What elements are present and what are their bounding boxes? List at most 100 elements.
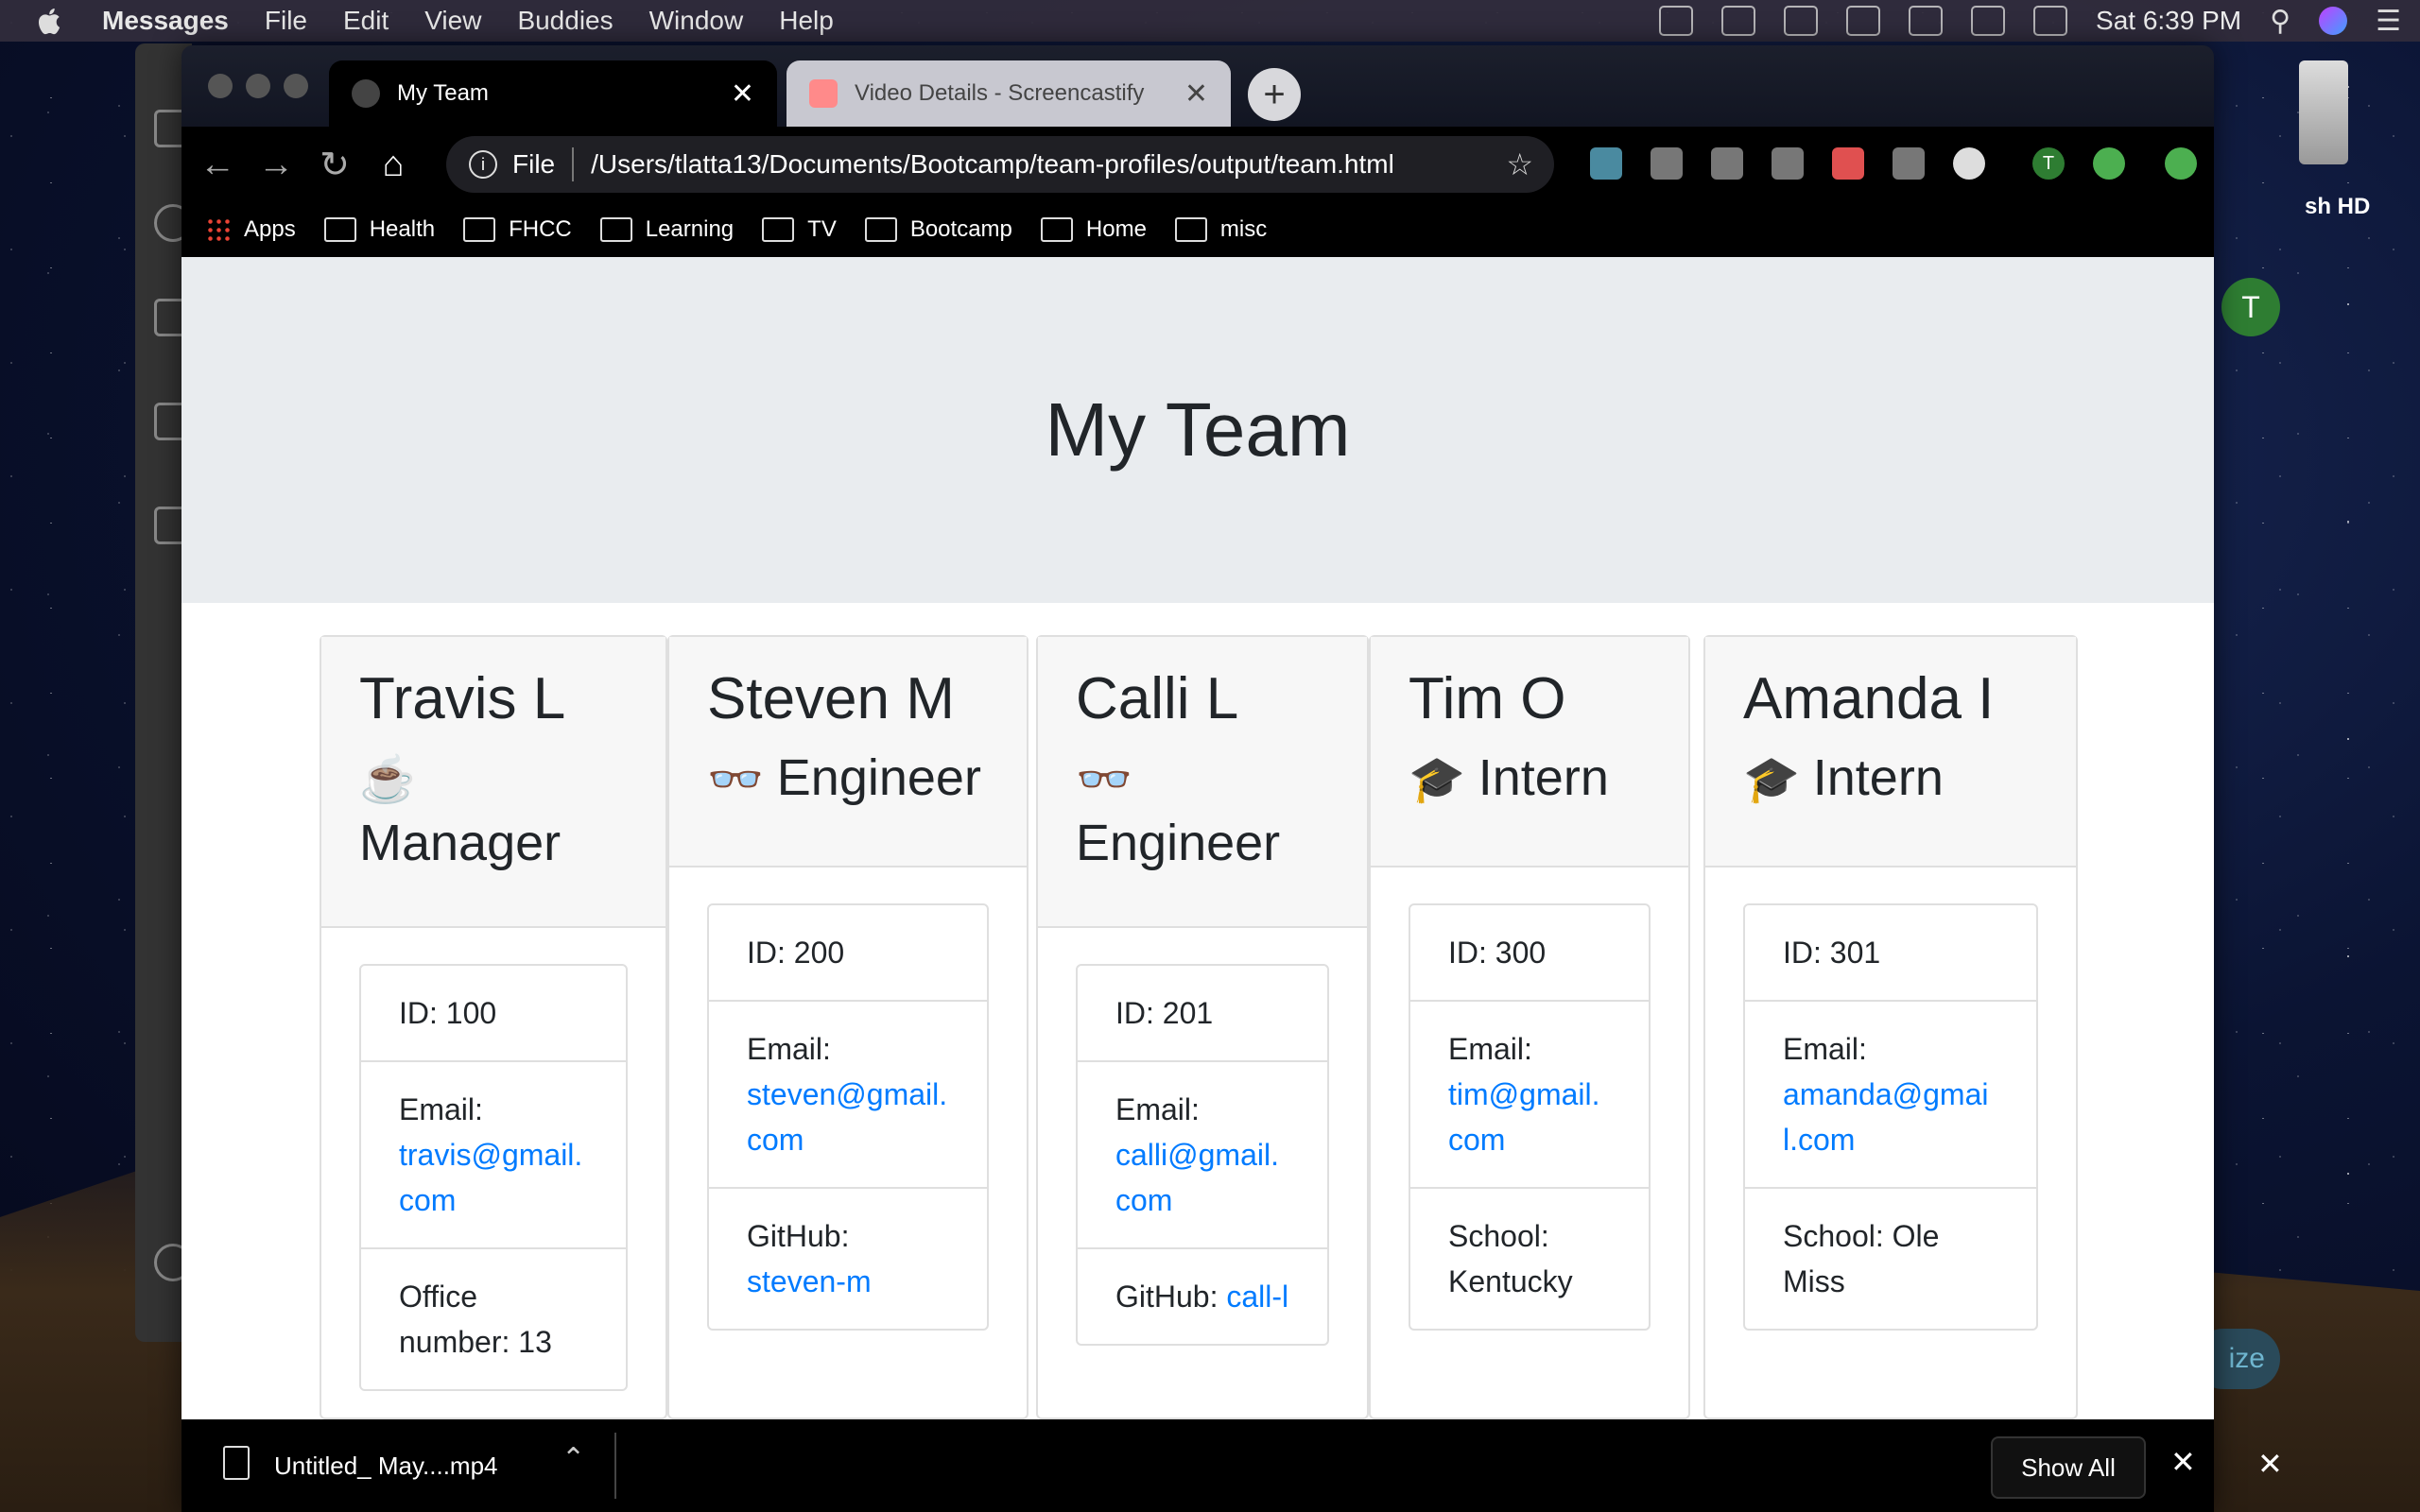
bookmark-tv[interactable]: TV	[762, 216, 837, 243]
reload-icon[interactable]: ↻	[314, 144, 355, 185]
tab-title: My Team	[397, 80, 489, 106]
card-header: Calli L 👓 Engineer	[1038, 637, 1367, 928]
bluetooth-icon[interactable]	[1909, 6, 1944, 36]
member-role-line: 🎓 Intern	[1409, 747, 1651, 812]
bookmark-home[interactable]: Home	[1040, 216, 1147, 243]
email-link[interactable]: travis@gmail.com	[399, 1138, 582, 1217]
globe-icon	[352, 79, 380, 108]
profile-avatar[interactable]: T	[2032, 147, 2065, 180]
folder-icon	[599, 217, 632, 242]
bookmark-misc[interactable]: misc	[1174, 216, 1267, 243]
member-github-item: GitHub: call-l	[1078, 1249, 1327, 1344]
member-id: ID: 201	[1078, 966, 1327, 1062]
creative-cloud-icon[interactable]	[1721, 6, 1756, 36]
menu-view[interactable]: View	[424, 6, 481, 36]
email-link[interactable]: tim@gmail.com	[1448, 1077, 1600, 1157]
email-link[interactable]: steven@gmail.com	[747, 1077, 947, 1157]
bookmark-learning[interactable]: Learning	[599, 216, 734, 243]
apple-icon[interactable]	[38, 6, 64, 36]
member-role: Intern	[1478, 749, 1609, 806]
file-icon	[223, 1446, 250, 1480]
code-extension-icon[interactable]	[1772, 147, 1804, 180]
update-icon[interactable]	[2093, 147, 2125, 180]
team-card: Amanda I 🎓 Intern ID: 301 Email: amanda@g…	[1703, 635, 2078, 1419]
member-role: Intern	[1812, 749, 1944, 806]
bookmark-fhcc[interactable]: FHCC	[463, 216, 572, 243]
json-extension-icon[interactable]	[1953, 147, 1985, 180]
bookmark-star-icon[interactable]: ☆	[1506, 146, 1533, 182]
zoom-window-button[interactable]	[284, 74, 308, 98]
bookmark-health[interactable]: Health	[323, 216, 436, 243]
member-role-line: 🎓 Intern	[1743, 747, 2038, 812]
close-tab-icon[interactable]: ✕	[1184, 77, 1208, 111]
team-card: Calli L 👓 Engineer ID: 201 Email: calli@…	[1036, 635, 1369, 1419]
card-header: Amanda I 🎓 Intern	[1705, 637, 2076, 868]
menu-buddies[interactable]: Buddies	[517, 6, 613, 36]
new-tab-button[interactable]: +	[1248, 68, 1301, 121]
bookmark-label: Health	[369, 216, 436, 242]
tab-video-details[interactable]: Video Details - Screencastify ✕	[786, 60, 1231, 127]
menu-app-name[interactable]: Messages	[102, 6, 229, 36]
shield-extension-icon[interactable]	[1651, 147, 1683, 180]
upload-icon[interactable]	[2165, 147, 2197, 180]
email-link[interactable]: amanda@gmail.com	[1783, 1077, 1988, 1157]
hard-drive-icon[interactable]	[2299, 60, 2348, 164]
email-label: Email:	[1448, 1032, 1532, 1066]
spotlight-search-icon[interactable]: ⚲	[2270, 5, 2290, 38]
close-download-bar-icon[interactable]: ✕	[2170, 1444, 2196, 1480]
member-details-list: ID: 200 Email: steven@gmail.com GitHub: …	[707, 903, 989, 1331]
show-all-button[interactable]: Show All	[1991, 1436, 2146, 1499]
chevron-up-icon[interactable]: ⌃	[562, 1442, 585, 1475]
url-divider	[572, 147, 575, 181]
card-header: Steven M 👓 Engineer	[669, 637, 1027, 868]
address-bar[interactable]: i File /Users/tlatta13/Documents/Bootcam…	[446, 136, 1554, 193]
menu-help[interactable]: Help	[779, 6, 834, 36]
bookmark-label: FHCC	[509, 216, 572, 242]
member-email-item: Email: steven@gmail.com	[709, 1002, 987, 1189]
status-app-icon[interactable]	[1659, 6, 1694, 36]
close-window-button[interactable]	[208, 74, 233, 98]
desktop-avatar[interactable]: T	[2221, 278, 2280, 336]
battery-icon[interactable]	[2033, 6, 2068, 36]
github-link[interactable]: steven-m	[747, 1264, 872, 1298]
member-role: Engineer	[776, 749, 981, 806]
notification-center-icon[interactable]: ☰	[2376, 5, 2401, 38]
menu-file[interactable]: File	[265, 6, 307, 36]
magnifier-extension-icon[interactable]	[1893, 147, 1925, 180]
menu-window[interactable]: Window	[649, 6, 744, 36]
bookmark-apps[interactable]: Apps	[206, 216, 296, 243]
back-arrow-icon[interactable]: ←	[197, 144, 238, 185]
site-info-icon[interactable]: i	[469, 150, 497, 179]
time-machine-icon[interactable]	[1846, 6, 1881, 36]
team-card: Tim O 🎓 Intern ID: 300 Email: tim@gmail.c…	[1369, 635, 1690, 1419]
github-link[interactable]: call-l	[1226, 1280, 1288, 1314]
tab-my-team[interactable]: My Team ✕	[329, 60, 777, 127]
minimize-window-button[interactable]	[246, 74, 270, 98]
download-filename[interactable]: Untitled_ May....mp4	[274, 1452, 498, 1481]
forward-arrow-icon[interactable]: →	[255, 144, 297, 185]
close-tab-icon[interactable]: ✕	[731, 77, 754, 111]
member-role: Manager	[359, 815, 562, 871]
email-link[interactable]: calli@gmail.com	[1115, 1138, 1279, 1217]
url-text[interactable]: /Users/tlatta13/Documents/Bootcamp/team-…	[591, 149, 1394, 180]
member-name: Calli L	[1076, 666, 1239, 731]
wifi-icon[interactable]	[1971, 6, 2006, 36]
github-label: GitHub:	[1115, 1280, 1219, 1314]
tab-title: Video Details - Screencastify	[855, 80, 1145, 106]
home-icon[interactable]: ⌂	[372, 144, 414, 185]
screencastify-extension-icon[interactable]	[1832, 147, 1864, 180]
menubar-clock[interactable]: Sat 6:39 PM	[2096, 6, 2241, 36]
extension-icon[interactable]	[1590, 147, 1622, 180]
url-scheme: File	[512, 149, 556, 179]
airplay-icon[interactable]	[1784, 6, 1819, 36]
menu-edit[interactable]: Edit	[343, 6, 389, 36]
browser-toolbar: ← → ↻ ⌂ i File /Users/tlatta13/Documents…	[182, 127, 2214, 202]
member-role-line: ☕ Manager	[359, 747, 628, 874]
stylus-extension-icon[interactable]	[1711, 147, 1743, 180]
siri-icon[interactable]	[2319, 7, 2348, 35]
member-details-list: ID: 300 Email: tim@gmail.com School: Ken…	[1409, 903, 1651, 1331]
close-icon[interactable]: ✕	[2257, 1446, 2283, 1482]
bookmark-bootcamp[interactable]: Bootcamp	[864, 216, 1012, 243]
member-email-item: Email: calli@gmail.com	[1078, 1062, 1327, 1249]
bookmark-label: Apps	[244, 216, 296, 242]
